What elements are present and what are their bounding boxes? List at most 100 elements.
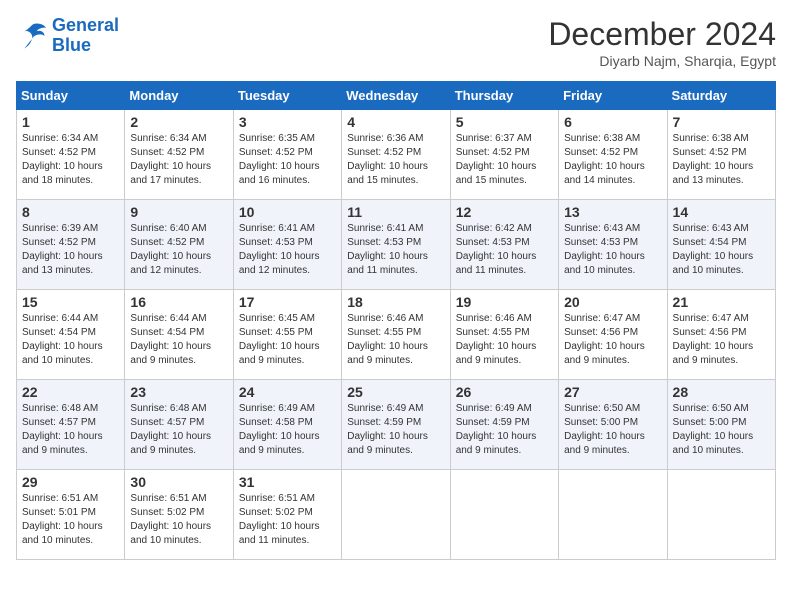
calendar-cell: 12 Sunrise: 6:42 AM Sunset: 4:53 PM Dayl…: [450, 200, 558, 290]
logo-line2: Blue: [52, 35, 91, 55]
day-info: Sunrise: 6:41 AM Sunset: 4:53 PM Dayligh…: [347, 222, 444, 278]
calendar-cell: 9 Sunrise: 6:40 AM Sunset: 4:52 PM Dayli…: [125, 200, 233, 290]
day-info: Sunrise: 6:46 AM Sunset: 4:55 PM Dayligh…: [347, 312, 444, 368]
calendar-cell: 16 Sunrise: 6:44 AM Sunset: 4:54 PM Dayl…: [125, 290, 233, 380]
day-number: 5: [456, 114, 553, 130]
calendar-cell: 5 Sunrise: 6:37 AM Sunset: 4:52 PM Dayli…: [450, 110, 558, 200]
header-saturday: Saturday: [667, 82, 775, 110]
calendar-cell: 26 Sunrise: 6:49 AM Sunset: 4:59 PM Dayl…: [450, 380, 558, 470]
day-info: Sunrise: 6:35 AM Sunset: 4:52 PM Dayligh…: [239, 132, 336, 188]
calendar-cell: 11 Sunrise: 6:41 AM Sunset: 4:53 PM Dayl…: [342, 200, 450, 290]
calendar-cell: 10 Sunrise: 6:41 AM Sunset: 4:53 PM Dayl…: [233, 200, 341, 290]
header-wednesday: Wednesday: [342, 82, 450, 110]
day-number: 21: [673, 294, 770, 310]
header-friday: Friday: [559, 82, 667, 110]
day-number: 27: [564, 384, 661, 400]
calendar-cell: 15 Sunrise: 6:44 AM Sunset: 4:54 PM Dayl…: [17, 290, 125, 380]
calendar-cell: 18 Sunrise: 6:46 AM Sunset: 4:55 PM Dayl…: [342, 290, 450, 380]
calendar-cell: 20 Sunrise: 6:47 AM Sunset: 4:56 PM Dayl…: [559, 290, 667, 380]
calendar-cell: 21 Sunrise: 6:47 AM Sunset: 4:56 PM Dayl…: [667, 290, 775, 380]
logo-icon: [16, 22, 48, 50]
day-info: Sunrise: 6:44 AM Sunset: 4:54 PM Dayligh…: [22, 312, 119, 368]
day-number: 16: [130, 294, 227, 310]
calendar-cell: 28 Sunrise: 6:50 AM Sunset: 5:00 PM Dayl…: [667, 380, 775, 470]
day-info: Sunrise: 6:37 AM Sunset: 4:52 PM Dayligh…: [456, 132, 553, 188]
calendar-cell: [450, 470, 558, 560]
calendar-cell: 6 Sunrise: 6:38 AM Sunset: 4:52 PM Dayli…: [559, 110, 667, 200]
calendar-cell: 29 Sunrise: 6:51 AM Sunset: 5:01 PM Dayl…: [17, 470, 125, 560]
day-number: 11: [347, 204, 444, 220]
day-info: Sunrise: 6:47 AM Sunset: 4:56 PM Dayligh…: [564, 312, 661, 368]
calendar-cell: 25 Sunrise: 6:49 AM Sunset: 4:59 PM Dayl…: [342, 380, 450, 470]
location-title: Diyarb Najm, Sharqia, Egypt: [548, 53, 776, 69]
calendar-cell: 7 Sunrise: 6:38 AM Sunset: 4:52 PM Dayli…: [667, 110, 775, 200]
day-number: 20: [564, 294, 661, 310]
day-number: 15: [22, 294, 119, 310]
day-number: 18: [347, 294, 444, 310]
weekday-header-row: Sunday Monday Tuesday Wednesday Thursday…: [17, 82, 776, 110]
month-title: December 2024: [548, 16, 776, 53]
logo: General Blue: [16, 16, 119, 56]
day-number: 30: [130, 474, 227, 490]
calendar-cell: 8 Sunrise: 6:39 AM Sunset: 4:52 PM Dayli…: [17, 200, 125, 290]
day-info: Sunrise: 6:34 AM Sunset: 4:52 PM Dayligh…: [130, 132, 227, 188]
day-info: Sunrise: 6:38 AM Sunset: 4:52 PM Dayligh…: [564, 132, 661, 188]
calendar-cell: [559, 470, 667, 560]
day-info: Sunrise: 6:50 AM Sunset: 5:00 PM Dayligh…: [673, 402, 770, 458]
day-info: Sunrise: 6:49 AM Sunset: 4:59 PM Dayligh…: [347, 402, 444, 458]
day-info: Sunrise: 6:49 AM Sunset: 4:59 PM Dayligh…: [456, 402, 553, 458]
day-number: 23: [130, 384, 227, 400]
day-number: 13: [564, 204, 661, 220]
day-number: 24: [239, 384, 336, 400]
calendar-cell: [667, 470, 775, 560]
day-number: 31: [239, 474, 336, 490]
calendar-cell: 13 Sunrise: 6:43 AM Sunset: 4:53 PM Dayl…: [559, 200, 667, 290]
day-number: 6: [564, 114, 661, 130]
day-number: 29: [22, 474, 119, 490]
day-info: Sunrise: 6:48 AM Sunset: 4:57 PM Dayligh…: [130, 402, 227, 458]
day-number: 2: [130, 114, 227, 130]
header: General Blue December 2024 Diyarb Najm, …: [16, 16, 776, 69]
header-thursday: Thursday: [450, 82, 558, 110]
day-number: 7: [673, 114, 770, 130]
day-number: 10: [239, 204, 336, 220]
day-number: 3: [239, 114, 336, 130]
day-info: Sunrise: 6:44 AM Sunset: 4:54 PM Dayligh…: [130, 312, 227, 368]
calendar-cell: 22 Sunrise: 6:48 AM Sunset: 4:57 PM Dayl…: [17, 380, 125, 470]
day-info: Sunrise: 6:47 AM Sunset: 4:56 PM Dayligh…: [673, 312, 770, 368]
logo-line1: General: [52, 15, 119, 35]
day-info: Sunrise: 6:38 AM Sunset: 4:52 PM Dayligh…: [673, 132, 770, 188]
day-number: 12: [456, 204, 553, 220]
day-number: 14: [673, 204, 770, 220]
day-info: Sunrise: 6:42 AM Sunset: 4:53 PM Dayligh…: [456, 222, 553, 278]
day-number: 28: [673, 384, 770, 400]
calendar-cell: 3 Sunrise: 6:35 AM Sunset: 4:52 PM Dayli…: [233, 110, 341, 200]
calendar-cell: 30 Sunrise: 6:51 AM Sunset: 5:02 PM Dayl…: [125, 470, 233, 560]
day-info: Sunrise: 6:51 AM Sunset: 5:02 PM Dayligh…: [130, 492, 227, 548]
day-info: Sunrise: 6:34 AM Sunset: 4:52 PM Dayligh…: [22, 132, 119, 188]
calendar-cell: [342, 470, 450, 560]
calendar-cell: 27 Sunrise: 6:50 AM Sunset: 5:00 PM Dayl…: [559, 380, 667, 470]
header-monday: Monday: [125, 82, 233, 110]
calendar-cell: 4 Sunrise: 6:36 AM Sunset: 4:52 PM Dayli…: [342, 110, 450, 200]
day-info: Sunrise: 6:48 AM Sunset: 4:57 PM Dayligh…: [22, 402, 119, 458]
day-info: Sunrise: 6:51 AM Sunset: 5:01 PM Dayligh…: [22, 492, 119, 548]
calendar-cell: 14 Sunrise: 6:43 AM Sunset: 4:54 PM Dayl…: [667, 200, 775, 290]
day-number: 17: [239, 294, 336, 310]
day-info: Sunrise: 6:41 AM Sunset: 4:53 PM Dayligh…: [239, 222, 336, 278]
day-info: Sunrise: 6:43 AM Sunset: 4:54 PM Dayligh…: [673, 222, 770, 278]
day-number: 19: [456, 294, 553, 310]
day-info: Sunrise: 6:46 AM Sunset: 4:55 PM Dayligh…: [456, 312, 553, 368]
logo-text: General Blue: [52, 16, 119, 56]
day-number: 4: [347, 114, 444, 130]
day-info: Sunrise: 6:49 AM Sunset: 4:58 PM Dayligh…: [239, 402, 336, 458]
calendar-cell: 19 Sunrise: 6:46 AM Sunset: 4:55 PM Dayl…: [450, 290, 558, 380]
day-info: Sunrise: 6:36 AM Sunset: 4:52 PM Dayligh…: [347, 132, 444, 188]
day-number: 9: [130, 204, 227, 220]
day-info: Sunrise: 6:51 AM Sunset: 5:02 PM Dayligh…: [239, 492, 336, 548]
day-number: 8: [22, 204, 119, 220]
header-tuesday: Tuesday: [233, 82, 341, 110]
calendar-cell: 17 Sunrise: 6:45 AM Sunset: 4:55 PM Dayl…: [233, 290, 341, 380]
day-number: 25: [347, 384, 444, 400]
day-info: Sunrise: 6:40 AM Sunset: 4:52 PM Dayligh…: [130, 222, 227, 278]
